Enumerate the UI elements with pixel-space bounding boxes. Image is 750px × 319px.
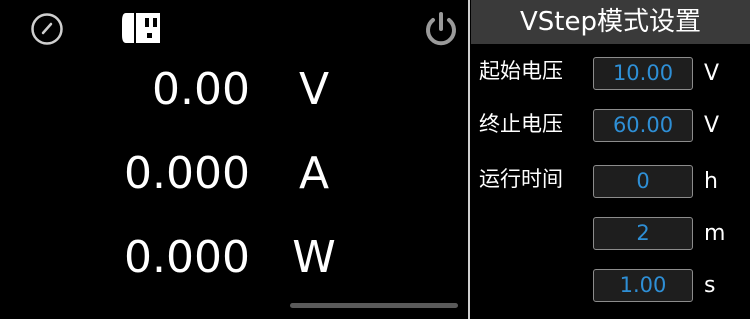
power-icon[interactable]	[421, 9, 461, 49]
end-voltage-unit: V	[704, 113, 720, 138]
start-voltage-field[interactable]: 10.00	[593, 57, 693, 90]
settings-title: VStep模式设置	[471, 0, 750, 44]
end-voltage-field[interactable]: 60.00	[593, 109, 693, 142]
voltage-unit: V	[298, 64, 330, 115]
run-time-hours-field[interactable]: 0	[593, 165, 693, 198]
start-voltage-label: 起始电压	[479, 59, 563, 83]
gauge-icon[interactable]	[29, 11, 65, 47]
readout-panel: 0.00 V 0.000 A 0.000 W	[0, 0, 468, 319]
end-voltage-label: 终止电压	[479, 112, 563, 136]
run-time-seconds-field[interactable]: 1.00	[593, 269, 693, 302]
vstep-settings-panel: VStep模式设置 起始电压 10.00 V 终止电压 60.00 V 运行时间…	[471, 0, 750, 319]
run-time-hours-unit: h	[704, 169, 718, 194]
start-voltage-unit: V	[704, 61, 720, 86]
run-time-label: 运行时间	[479, 167, 563, 191]
voltage-value: 0.00	[152, 64, 250, 115]
run-time-minutes-field[interactable]: 2	[593, 217, 693, 250]
run-time-minutes-unit: m	[704, 221, 726, 246]
current-value: 0.000	[124, 148, 250, 199]
horizontal-scrollbar[interactable]	[290, 303, 458, 308]
device-icon[interactable]	[120, 9, 162, 47]
current-unit: A	[298, 148, 330, 199]
power-value: 0.000	[124, 232, 250, 283]
panel-divider	[468, 0, 470, 319]
run-time-seconds-unit: s	[704, 273, 716, 298]
power-unit: W	[292, 232, 336, 283]
